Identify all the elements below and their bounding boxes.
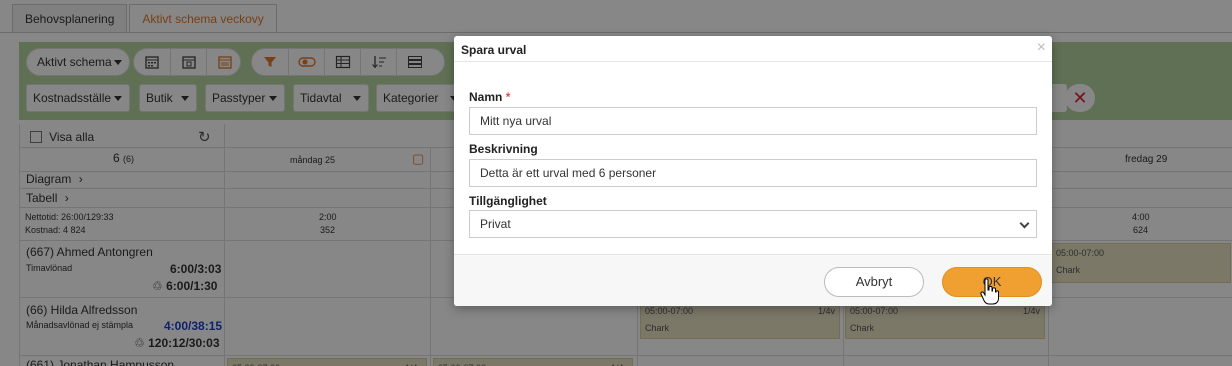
access-select[interactable]: Privat xyxy=(469,210,1037,238)
dialog-header: Spara urval × xyxy=(454,36,1052,62)
dialog-title: Spara urval xyxy=(461,43,527,57)
cancel-button[interactable]: Avbryt xyxy=(824,267,924,297)
dialog-footer: Avbryt OK xyxy=(454,254,1052,306)
access-select-value: Privat xyxy=(480,217,511,231)
name-label-text: Namn xyxy=(469,90,503,104)
description-label: Beskrivning xyxy=(469,142,538,156)
access-label: Tillgänglighet xyxy=(469,194,547,208)
save-selection-dialog: Spara urval × Namn * Mitt nya urval Besk… xyxy=(454,36,1052,306)
close-icon[interactable]: × xyxy=(1037,39,1046,57)
chevron-down-icon xyxy=(1019,218,1030,229)
name-label: Namn * xyxy=(469,90,510,104)
description-input[interactable]: Detta är ett urval med 6 personer xyxy=(469,159,1037,187)
name-input[interactable]: Mitt nya urval xyxy=(469,107,1037,135)
required-marker: * xyxy=(505,90,511,104)
hand-cursor-icon xyxy=(980,278,999,305)
